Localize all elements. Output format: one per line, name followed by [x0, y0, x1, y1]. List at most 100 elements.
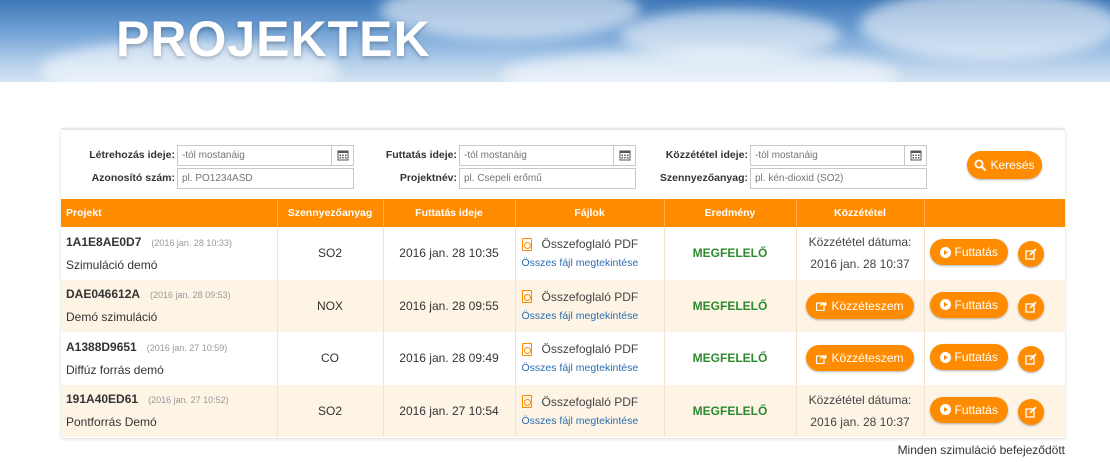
run-button[interactable]: Futtatás: [929, 396, 1008, 423]
header-banner: PROJEKTEK: [0, 0, 1110, 82]
publication-date-label: Közzététel dátuma:: [808, 392, 912, 407]
created-calendar-button[interactable]: [332, 144, 354, 166]
projects-panel: Létrehozás ideje: Azonosító szám: Futtat…: [61, 128, 1065, 438]
publication-date: 2016 jan. 28 10:37: [810, 414, 910, 429]
project-created: (2016 jan. 27 10:52): [148, 395, 229, 406]
run-button-label: Futtatás: [954, 297, 998, 312]
all-files-link[interactable]: Összes fájl megtekintése: [522, 257, 664, 269]
publish-button[interactable]: Közzéteszem: [806, 292, 914, 319]
filter-pollutant: Szennyezőanyag:: [631, 167, 927, 189]
play-icon: [939, 246, 951, 258]
pollutant-label: Szennyezőanyag:: [659, 172, 748, 184]
pub-calendar-button[interactable]: [905, 144, 927, 166]
publish-button-label: Közzéteszem: [831, 298, 904, 313]
project-name: Demó szimuláció: [66, 310, 158, 325]
table-header-row: Projekt Szennyezőanyag Futtatás ideje Fá…: [61, 199, 1065, 227]
actions-cell: Futtatás: [924, 227, 1065, 280]
project-name: Pontforrás Demó: [66, 415, 157, 430]
edit-button[interactable]: [1017, 293, 1044, 320]
all-files-link[interactable]: Összes fájl megtekintése: [522, 310, 664, 322]
pollutant-cell: CO: [277, 332, 384, 385]
files-cell: Összefoglaló PDF Összes fájl megtekintés…: [515, 332, 665, 385]
projects-table: Projekt Szennyezőanyag Futtatás ideje Fá…: [61, 199, 1065, 437]
result-badge: MEGFELELŐ: [664, 279, 797, 332]
filter-run: Futtatás ideje:: [361, 144, 636, 166]
created-label: Létrehozás ideje:: [89, 149, 175, 161]
summary-pdf-link[interactable]: Összefoglaló PDF: [521, 237, 664, 251]
run-button-label: Futtatás: [954, 245, 998, 260]
summary-pdf-link[interactable]: Összefoglaló PDF: [521, 289, 664, 304]
project-created: (2016 jan. 28 10:33): [151, 237, 232, 248]
header-result[interactable]: Eredmény: [664, 199, 797, 227]
all-files-link[interactable]: Összes fájl megtekintése: [522, 415, 664, 427]
all-files-link[interactable]: Összes fájl megtekintése: [522, 362, 664, 374]
run-button[interactable]: Futtatás: [929, 239, 1008, 266]
publication-cell: Közzéteszem: [796, 279, 925, 332]
edit-button[interactable]: [1017, 346, 1044, 373]
edit-icon: [1025, 301, 1037, 313]
created-input[interactable]: [177, 144, 332, 166]
table-row: 1A1E8AE0D7 (2016 jan. 28 10:33) Szimuláci…: [61, 227, 1065, 280]
page-title: PROJEKTEK: [116, 11, 431, 67]
calendar-icon: [337, 150, 348, 161]
project-cell: 191A40ED61 (2016 jan. 27 10:52) Pontforrá…: [61, 384, 278, 437]
edit-button[interactable]: [1017, 398, 1044, 425]
filter-created: Létrehozás ideje:: [61, 144, 354, 166]
status-text: Minden szimuláció befejeződött: [897, 443, 1065, 457]
pollutant-cell: NOX: [277, 279, 384, 332]
summary-pdf-label: Összefoglaló PDF: [541, 342, 639, 357]
pdf-icon: [521, 395, 532, 409]
summary-pdf-label: Összefoglaló PDF: [541, 394, 639, 409]
header-publication[interactable]: Közzététel: [796, 199, 925, 227]
pub-label: Közzététel ideje:: [665, 149, 748, 161]
calendar-icon: [619, 150, 630, 161]
project-id[interactable]: 1A1E8AE0D7: [66, 235, 141, 249]
run-time-cell: 2016 jan. 28 09:49: [383, 332, 516, 385]
project-id[interactable]: 191A40ED61: [66, 392, 138, 406]
project-created: (2016 jan. 28 09:53): [150, 290, 231, 301]
header-files: Fájlok: [515, 199, 665, 227]
pollutant-input[interactable]: [750, 167, 927, 189]
project-name: Diffúz forrás demó: [66, 362, 164, 377]
files-cell: Összefoglaló PDF Összes fájl megtekintés…: [515, 384, 665, 437]
edit-button[interactable]: [1017, 241, 1044, 268]
actions-cell: Futtatás: [924, 279, 1065, 332]
run-button[interactable]: Futtatás: [929, 291, 1008, 318]
run-button[interactable]: Futtatás: [929, 344, 1008, 371]
actions-cell: Futtatás: [924, 332, 1065, 385]
publication-date: 2016 jan. 28 10:37: [810, 257, 910, 272]
search-button[interactable]: Keresés: [967, 151, 1042, 179]
pdf-icon: [521, 342, 532, 356]
project-cell: DAE046612A (2016 jan. 28 09:53) Demó szim…: [61, 279, 278, 332]
header-project[interactable]: Projekt: [61, 199, 278, 227]
play-icon: [939, 299, 951, 311]
publish-button[interactable]: Közzéteszem: [806, 345, 914, 372]
run-time-cell: 2016 jan. 27 10:54: [383, 384, 516, 437]
table-row: A1388D9651 (2016 jan. 27 10:59) Diffúz fo…: [61, 332, 1065, 385]
filter-name: Projektnév:: [361, 167, 636, 189]
summary-pdf-link[interactable]: Összefoglaló PDF: [521, 342, 664, 357]
publication-date-label: Közzététel dátuma:: [808, 235, 912, 250]
pollutant-cell: SO2: [277, 227, 384, 280]
pdf-icon: [521, 290, 532, 304]
project-id[interactable]: DAE046612A: [66, 287, 140, 301]
calendar-icon: [910, 150, 921, 161]
actions-cell: Futtatás: [924, 384, 1065, 437]
publish-button-label: Közzéteszem: [831, 351, 904, 366]
header-pollutant[interactable]: Szennyezőanyag: [277, 199, 384, 227]
edit-icon: [1025, 406, 1037, 418]
summary-pdf-link[interactable]: Összefoglaló PDF: [521, 394, 664, 409]
play-icon: [939, 404, 951, 416]
table-row: 191A40ED61 (2016 jan. 27 10:52) Pontforrá…: [61, 384, 1065, 437]
run-input[interactable]: [459, 144, 614, 166]
share-icon: [816, 301, 828, 312]
run-time-cell: 2016 jan. 28 09:55: [383, 279, 516, 332]
id-input[interactable]: [177, 167, 354, 189]
play-icon: [939, 351, 951, 363]
header-run-time[interactable]: Futtatás ideje: [383, 199, 516, 227]
summary-pdf-label: Összefoglaló PDF: [541, 289, 639, 304]
project-id[interactable]: A1388D9651: [66, 340, 137, 354]
name-input[interactable]: [459, 167, 636, 189]
table-row: DAE046612A (2016 jan. 28 09:53) Demó szim…: [61, 279, 1065, 332]
pub-input[interactable]: [750, 144, 905, 166]
